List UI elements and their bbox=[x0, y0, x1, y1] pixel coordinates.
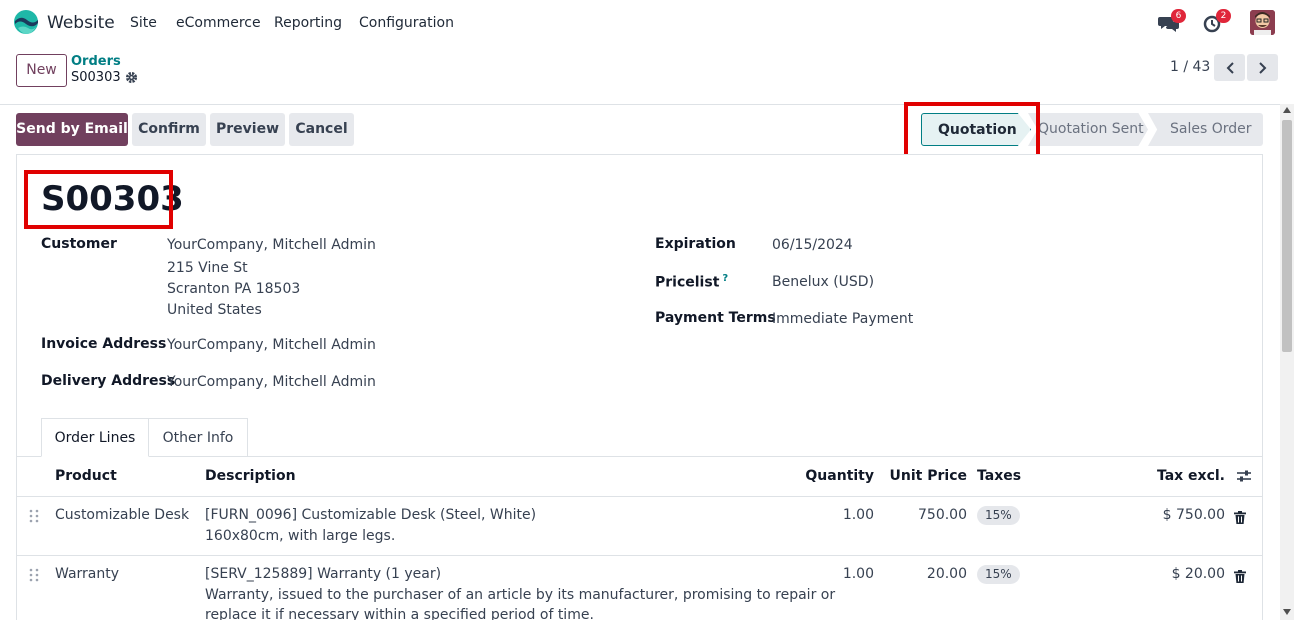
tab-other-info[interactable]: Other Info bbox=[148, 418, 248, 457]
tabs-divider bbox=[16, 456, 1263, 457]
row-quantity[interactable]: 1.00 bbox=[800, 507, 874, 523]
row-unit-price[interactable]: 20.00 bbox=[880, 566, 967, 582]
scrollbar-thumb[interactable] bbox=[1282, 120, 1292, 352]
chevron-left-icon bbox=[1226, 61, 1234, 74]
column-description[interactable]: Description bbox=[205, 468, 296, 484]
row-quantity[interactable]: 1.00 bbox=[800, 566, 874, 582]
column-tax-excl[interactable]: Tax excl. bbox=[1130, 468, 1225, 484]
row-product[interactable]: Customizable Desk bbox=[55, 507, 189, 523]
activities-button[interactable]: 2 bbox=[1203, 9, 1231, 35]
order-name-highlight-box bbox=[24, 170, 173, 229]
trash-icon[interactable] bbox=[1234, 511, 1246, 524]
column-product[interactable]: Product bbox=[55, 468, 117, 484]
delivery-address-field[interactable]: YourCompany, Mitchell Admin bbox=[167, 374, 376, 390]
website-app-icon[interactable] bbox=[13, 9, 39, 35]
messages-badge: 6 bbox=[1171, 9, 1186, 23]
status-highlight-box bbox=[904, 102, 1040, 158]
row-tax-badge[interactable]: 15% bbox=[977, 565, 1020, 584]
pricelist-label-text: Pricelist bbox=[655, 274, 720, 291]
invoice-address-field[interactable]: YourCompany, Mitchell Admin bbox=[167, 337, 376, 353]
optional-columns-icon[interactable] bbox=[1237, 470, 1251, 482]
payment-terms-label: Payment Terms bbox=[655, 310, 776, 326]
row-description-line3[interactable]: replace it if necessary within a specifi… bbox=[205, 607, 594, 620]
drag-handle-icon[interactable] bbox=[29, 509, 39, 523]
preview-button[interactable]: Preview bbox=[210, 113, 285, 146]
row-description-line1[interactable]: [FURN_0096] Customizable Desk (Steel, Wh… bbox=[205, 507, 536, 523]
expiration-field[interactable]: 06/15/2024 bbox=[772, 237, 853, 253]
breadcrumb-orders[interactable]: Orders bbox=[71, 54, 121, 69]
pricelist-help-icon[interactable]: ? bbox=[722, 273, 728, 284]
customer-street: 215 Vine St bbox=[167, 260, 248, 276]
trash-icon[interactable] bbox=[1234, 570, 1246, 583]
row-unit-price[interactable]: 750.00 bbox=[880, 507, 967, 523]
user-avatar[interactable] bbox=[1250, 10, 1275, 35]
delivery-address-label: Delivery Address bbox=[41, 373, 176, 389]
pager-value[interactable]: 1 / 43 bbox=[1170, 59, 1210, 75]
scroll-down-arrow-icon[interactable] bbox=[1283, 609, 1291, 615]
row-description-line2[interactable]: 160x80cm, with large legs. bbox=[205, 528, 395, 544]
menu-configuration[interactable]: Configuration bbox=[359, 15, 454, 31]
column-quantity[interactable]: Quantity bbox=[790, 468, 874, 484]
messages-button[interactable]: 6 bbox=[1158, 9, 1186, 35]
menu-ecommerce[interactable]: eCommerce bbox=[176, 15, 261, 31]
customer-city: Scranton PA 18503 bbox=[167, 281, 301, 297]
user-avatar-icon bbox=[1250, 10, 1275, 35]
control-panel-divider bbox=[0, 104, 1280, 105]
status-quotation-sent[interactable]: Quotation Sent bbox=[1028, 113, 1148, 146]
row-divider bbox=[16, 555, 1263, 556]
pricelist-field[interactable]: Benelux (USD) bbox=[772, 274, 874, 290]
column-taxes[interactable]: Taxes bbox=[977, 468, 1021, 484]
row-product[interactable]: Warranty bbox=[55, 566, 119, 582]
new-button[interactable]: New bbox=[16, 54, 67, 87]
table-header-divider bbox=[16, 496, 1263, 497]
activities-badge: 2 bbox=[1216, 9, 1231, 23]
pricelist-label: Pricelist? bbox=[655, 273, 728, 291]
breadcrumb-current: S00303 bbox=[71, 70, 121, 85]
scroll-up-arrow-icon[interactable] bbox=[1283, 107, 1291, 113]
menu-site[interactable]: Site bbox=[130, 15, 157, 31]
confirm-button[interactable]: Confirm bbox=[132, 113, 206, 146]
cancel-button[interactable]: Cancel bbox=[289, 113, 354, 146]
invoice-address-label: Invoice Address bbox=[41, 336, 167, 352]
gear-icon[interactable] bbox=[125, 71, 138, 84]
status-sales-order[interactable]: Sales Order bbox=[1148, 113, 1263, 146]
customer-label: Customer bbox=[41, 236, 117, 252]
app-name[interactable]: Website bbox=[47, 13, 115, 33]
top-navbar: Website Site eCommerce Reporting Configu… bbox=[0, 0, 1294, 46]
pager-next-button[interactable] bbox=[1247, 54, 1278, 81]
drag-handle-icon[interactable] bbox=[29, 568, 39, 582]
column-unit-price[interactable]: Unit Price bbox=[880, 468, 967, 484]
row-tax-badge[interactable]: 15% bbox=[977, 506, 1020, 525]
customer-country: United States bbox=[167, 302, 262, 318]
payment-terms-field[interactable]: Immediate Payment bbox=[772, 311, 913, 327]
row-description-line1[interactable]: [SERV_125889] Warranty (1 year) bbox=[205, 566, 441, 582]
tab-order-lines[interactable]: Order Lines bbox=[41, 418, 149, 457]
expiration-label: Expiration bbox=[655, 236, 736, 252]
menu-reporting[interactable]: Reporting bbox=[274, 15, 342, 31]
customer-name[interactable]: YourCompany, Mitchell Admin bbox=[167, 237, 376, 253]
chevron-right-icon bbox=[1258, 61, 1266, 74]
pager-previous-button[interactable] bbox=[1214, 54, 1245, 81]
send-by-email-button[interactable]: Send by Email bbox=[16, 113, 128, 146]
row-subtotal: $ 750.00 bbox=[1162, 507, 1225, 523]
row-description-line2[interactable]: Warranty, issued to the purchaser of an … bbox=[205, 587, 835, 603]
row-subtotal: $ 20.00 bbox=[1171, 566, 1225, 582]
